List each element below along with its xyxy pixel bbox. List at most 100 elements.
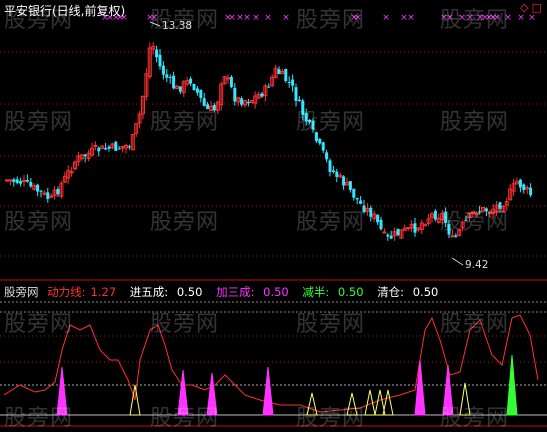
candle-body bbox=[342, 176, 346, 186]
legend-power-line: 动力线: 1.27 bbox=[47, 285, 121, 299]
candle-body bbox=[355, 197, 359, 200]
candle-body bbox=[165, 74, 169, 78]
candle-body bbox=[260, 93, 264, 97]
candle-body bbox=[406, 227, 411, 230]
candle-body bbox=[93, 145, 98, 148]
candle-body bbox=[267, 86, 271, 88]
candle-body bbox=[199, 89, 203, 98]
candle-body bbox=[36, 184, 40, 192]
watermark: 股旁网 bbox=[296, 406, 366, 431]
watermark: 股旁网 bbox=[4, 406, 74, 431]
diamond-outline-icon[interactable]: ◇ bbox=[520, 1, 531, 14]
watermark: 股旁网 bbox=[150, 110, 220, 135]
candle-body bbox=[413, 223, 417, 233]
watermark: 股旁网 bbox=[296, 110, 366, 135]
candle-body bbox=[376, 214, 380, 223]
candle-body bbox=[39, 190, 43, 192]
candle-body bbox=[379, 219, 383, 230]
watermark: 股旁网 bbox=[150, 210, 220, 235]
signal-spike bbox=[414, 359, 426, 416]
candle-body bbox=[114, 141, 118, 151]
candle-body bbox=[294, 87, 298, 101]
legend-value: 0.50 bbox=[263, 285, 289, 299]
candle-body bbox=[335, 171, 339, 177]
candle-body bbox=[117, 148, 121, 150]
candle-body bbox=[233, 87, 237, 102]
indicator-name: 股旁网 bbox=[4, 285, 39, 299]
candle-body bbox=[226, 77, 230, 80]
candle-body bbox=[189, 78, 193, 84]
candle-body bbox=[178, 86, 182, 92]
signal-marker: × bbox=[228, 13, 236, 23]
candle-body bbox=[369, 207, 373, 217]
watermark: 股旁网 bbox=[4, 8, 74, 33]
corner-icons[interactable]: ◇□ bbox=[520, 1, 545, 14]
candle-body bbox=[328, 160, 332, 172]
watermark: 股旁网 bbox=[440, 406, 510, 431]
indicator-legend: 股旁网 动力线: 1.27 进五成: 0.50 加三成: 0.50 减半: 0.5… bbox=[4, 284, 448, 300]
candle-body bbox=[161, 65, 165, 75]
candle-body bbox=[5, 179, 9, 182]
candle-body bbox=[127, 146, 131, 148]
candle-body bbox=[192, 83, 196, 90]
candle-body bbox=[518, 179, 522, 188]
candle-body bbox=[25, 180, 29, 182]
watermark: 股旁网 bbox=[4, 110, 74, 135]
signal-marker: × bbox=[517, 13, 525, 23]
signal-marker: × bbox=[243, 13, 251, 23]
candle-body bbox=[107, 146, 111, 149]
watermark: 股旁网 bbox=[440, 312, 510, 337]
candle-body bbox=[331, 170, 335, 173]
candle-body bbox=[195, 88, 199, 93]
candle-body bbox=[56, 189, 60, 195]
signal-marker: × bbox=[407, 13, 415, 23]
legend-add-thirty: 加三成: 0.50 bbox=[216, 285, 294, 299]
signal-marker: × bbox=[382, 13, 390, 23]
watermark: 股旁网 bbox=[4, 210, 74, 235]
candle-body bbox=[529, 187, 533, 196]
candle-body bbox=[46, 192, 50, 199]
candle-body bbox=[83, 154, 87, 157]
candle-body bbox=[104, 148, 108, 150]
watermark: 股旁网 bbox=[296, 8, 366, 33]
watermark: 股旁网 bbox=[150, 8, 220, 33]
legend-buy-half: 进五成: 0.50 bbox=[130, 285, 208, 299]
signal-spike bbox=[262, 366, 274, 416]
candle-body bbox=[284, 68, 288, 81]
candle-body bbox=[12, 179, 16, 182]
legend-reduce-half: 减半: 0.50 bbox=[302, 285, 368, 299]
candle-body bbox=[291, 79, 295, 86]
legend-label: 清仓: bbox=[377, 285, 405, 299]
legend-value: 0.50 bbox=[412, 285, 439, 299]
signal-marker: × bbox=[528, 13, 536, 23]
signal-marker: × bbox=[252, 13, 260, 23]
candle-body bbox=[277, 69, 281, 74]
watermark: 股旁网 bbox=[150, 406, 220, 431]
watermark: 股旁网 bbox=[440, 110, 510, 135]
watermark: 股旁网 bbox=[4, 312, 74, 337]
candle-body bbox=[155, 49, 159, 58]
candle-body bbox=[229, 76, 233, 88]
candle-body bbox=[423, 224, 428, 227]
watermark: 股旁网 bbox=[296, 210, 366, 235]
watermark: 股旁网 bbox=[150, 312, 220, 337]
candle-body bbox=[386, 234, 390, 237]
candle-body bbox=[158, 54, 162, 67]
legend-value: 0.50 bbox=[337, 285, 364, 299]
candle-body bbox=[168, 76, 172, 78]
square-outline-icon[interactable]: □ bbox=[532, 1, 545, 14]
legend-label: 减半: bbox=[302, 285, 330, 299]
candle-body bbox=[318, 138, 322, 144]
watermark: 股旁网 bbox=[296, 312, 366, 337]
candle-body bbox=[97, 147, 101, 152]
candle-body bbox=[382, 231, 387, 234]
candle-body bbox=[325, 152, 329, 160]
candle-body bbox=[287, 82, 291, 84]
legend-clear: 清仓: 0.50 bbox=[377, 285, 443, 299]
watermark: 股旁网 bbox=[440, 8, 510, 33]
candle-body bbox=[348, 181, 352, 190]
legend-label: 加三成: bbox=[216, 285, 255, 299]
legend-label: 进五成: bbox=[129, 285, 169, 299]
candle-body bbox=[352, 188, 356, 198]
legend-value: 1.27 bbox=[90, 285, 117, 299]
